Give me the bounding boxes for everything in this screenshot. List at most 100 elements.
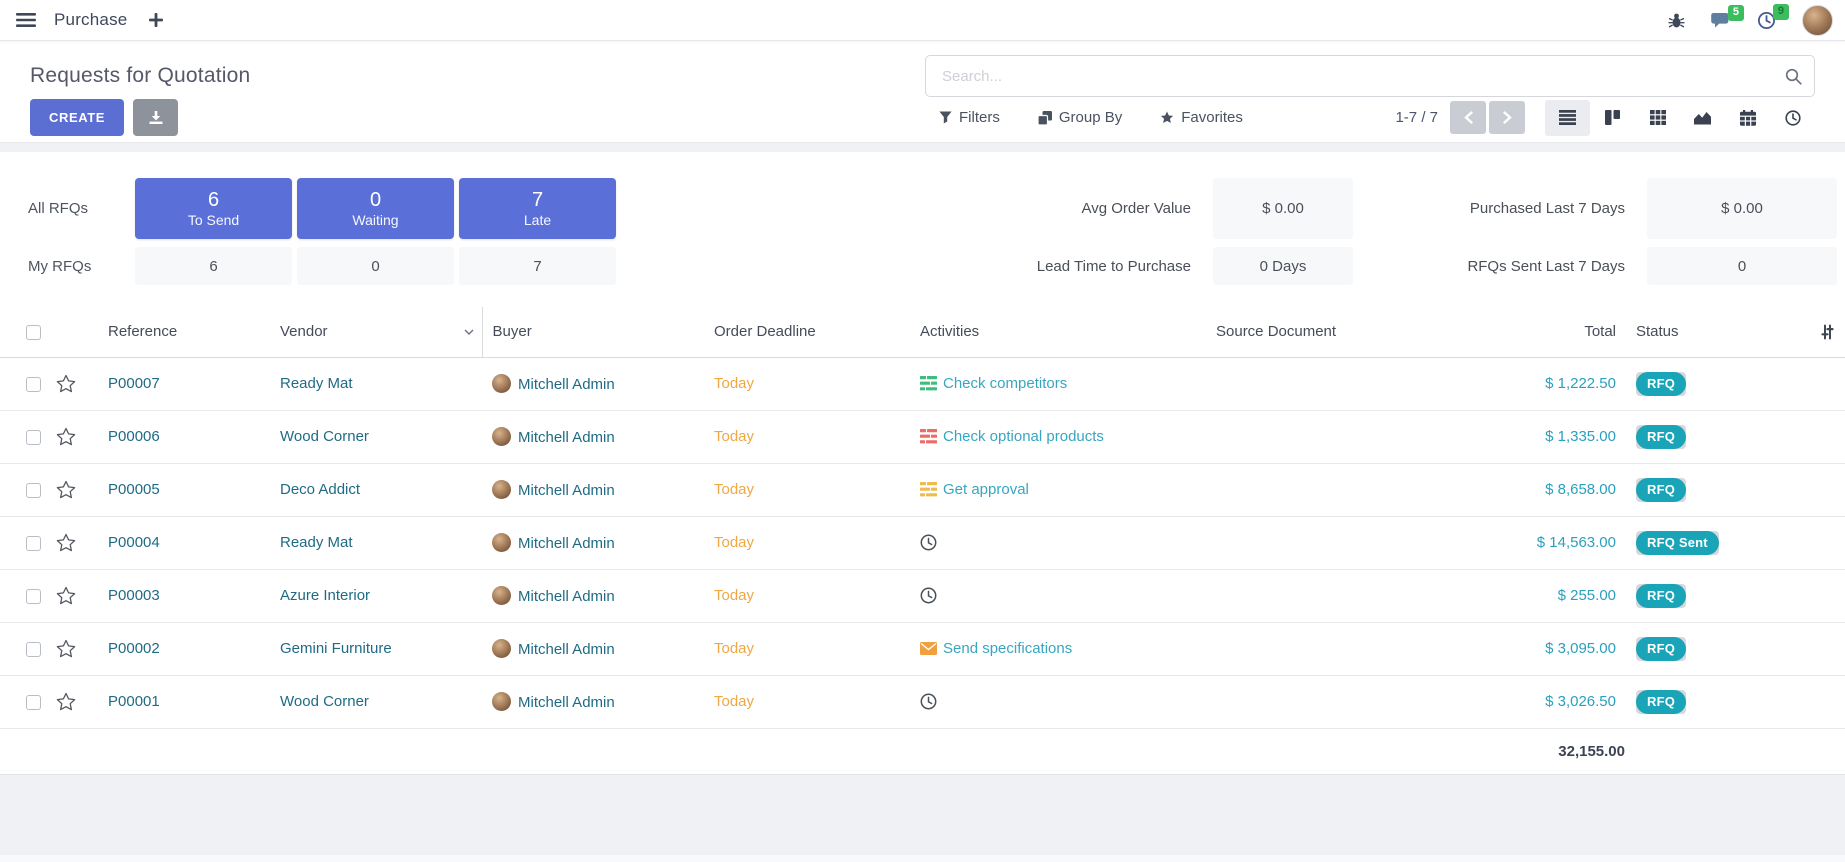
vendor-link[interactable]: Ready Mat — [280, 534, 353, 551]
app-name[interactable]: Purchase — [54, 10, 127, 30]
total-cell[interactable]: $ 14,563.00 — [1506, 516, 1626, 569]
vendor-link[interactable]: Wood Corner — [280, 428, 369, 445]
buyer-link[interactable]: Mitchell Admin — [518, 694, 615, 711]
row-checkbox[interactable] — [26, 642, 41, 657]
activity-link[interactable]: Check optional products — [943, 428, 1104, 445]
order-deadline-cell[interactable]: Today — [704, 569, 910, 622]
hamburger-menu-icon[interactable] — [14, 10, 38, 30]
total-cell[interactable]: $ 1,335.00 — [1506, 410, 1626, 463]
total-cell[interactable]: $ 8,658.00 — [1506, 463, 1626, 516]
pager-previous-button[interactable] — [1450, 101, 1486, 134]
column-header-total[interactable]: Total — [1506, 307, 1626, 357]
search-box[interactable] — [925, 55, 1815, 97]
calendar-view-button[interactable] — [1725, 100, 1770, 136]
total-cell[interactable]: $ 3,026.50 — [1506, 675, 1626, 728]
total-cell[interactable]: $ 1,222.50 — [1506, 357, 1626, 410]
table-row[interactable]: P00002 Gemini Furniture Mitchell Admin T… — [0, 622, 1845, 675]
graph-view-button[interactable] — [1680, 100, 1725, 136]
kanban-view-button[interactable] — [1590, 100, 1635, 136]
activities-clock-icon[interactable]: 9 — [1757, 11, 1776, 30]
my-late-box[interactable]: 7 — [459, 247, 616, 285]
activity-link[interactable]: Check competitors — [943, 375, 1067, 392]
row-checkbox[interactable] — [26, 377, 41, 392]
pivot-view-button[interactable] — [1635, 100, 1680, 136]
favorite-star-icon[interactable] — [56, 427, 76, 446]
waiting-stat-button[interactable]: 0 Waiting — [297, 178, 454, 239]
column-header-status[interactable]: Status — [1626, 307, 1776, 357]
order-deadline-cell[interactable]: Today — [704, 410, 910, 463]
reference-link[interactable]: P00004 — [108, 534, 160, 551]
row-checkbox[interactable] — [26, 695, 41, 710]
activity-view-button[interactable] — [1770, 100, 1815, 136]
clock-activity-icon[interactable] — [920, 693, 937, 710]
vendor-link[interactable]: Ready Mat — [280, 375, 353, 392]
reference-link[interactable]: P00002 — [108, 640, 160, 657]
filters-button[interactable]: Filters — [939, 109, 1000, 126]
reference-link[interactable]: P00001 — [108, 693, 160, 710]
chevron-down-icon[interactable] — [464, 329, 474, 335]
total-cell[interactable]: $ 255.00 — [1506, 569, 1626, 622]
vendor-link[interactable]: Gemini Furniture — [280, 640, 392, 657]
table-row[interactable]: P00006 Wood Corner Mitchell Admin Today … — [0, 410, 1845, 463]
favorite-star-icon[interactable] — [56, 639, 76, 658]
pager-next-button[interactable] — [1489, 101, 1525, 134]
tasks-activity-icon[interactable] — [920, 376, 937, 391]
reference-link[interactable]: P00006 — [108, 428, 160, 445]
row-checkbox[interactable] — [26, 430, 41, 445]
clock-activity-icon[interactable] — [920, 534, 937, 551]
group-by-button[interactable]: Group By — [1038, 109, 1122, 126]
favorite-star-icon[interactable] — [56, 480, 76, 499]
buyer-link[interactable]: Mitchell Admin — [518, 482, 615, 499]
vendor-link[interactable]: Azure Interior — [280, 587, 370, 604]
table-row[interactable]: P00003 Azure Interior Mitchell Admin Tod… — [0, 569, 1845, 622]
column-header-buyer[interactable]: Buyer — [482, 307, 704, 357]
row-checkbox[interactable] — [26, 589, 41, 604]
order-deadline-cell[interactable]: Today — [704, 516, 910, 569]
order-deadline-cell[interactable]: Today — [704, 622, 910, 675]
column-header-activities[interactable]: Activities — [910, 307, 1206, 357]
late-stat-button[interactable]: 7 Late — [459, 178, 616, 239]
my-to-send-box[interactable]: 6 — [135, 247, 292, 285]
export-button[interactable] — [133, 99, 178, 136]
order-deadline-cell[interactable]: Today — [704, 675, 910, 728]
order-deadline-cell[interactable]: Today — [704, 357, 910, 410]
vendor-link[interactable]: Wood Corner — [280, 693, 369, 710]
avg-order-value-box[interactable]: $ 0.00 — [1213, 178, 1353, 239]
select-all-checkbox[interactable] — [26, 325, 41, 340]
column-header-source-document[interactable]: Source Document — [1206, 307, 1506, 357]
table-row[interactable]: P00004 Ready Mat Mitchell Admin Today $ … — [0, 516, 1845, 569]
list-view-button[interactable] — [1545, 100, 1590, 136]
to-send-stat-button[interactable]: 6 To Send — [135, 178, 292, 239]
total-cell[interactable]: $ 3,095.00 — [1506, 622, 1626, 675]
clock-activity-icon[interactable] — [920, 587, 937, 604]
column-header-vendor[interactable]: Vendor — [270, 307, 482, 357]
debug-bug-icon[interactable] — [1668, 12, 1685, 29]
user-avatar[interactable] — [1802, 5, 1833, 36]
create-button[interactable]: CREATE — [30, 99, 124, 136]
buyer-link[interactable]: Mitchell Admin — [518, 588, 615, 605]
favorite-star-icon[interactable] — [56, 374, 76, 393]
plus-icon[interactable] — [149, 13, 163, 27]
favorite-star-icon[interactable] — [56, 533, 76, 552]
purchased-last-7-days-box[interactable]: $ 0.00 — [1647, 178, 1837, 239]
favorites-button[interactable]: Favorites — [1160, 109, 1243, 126]
activity-link[interactable]: Get approval — [943, 481, 1029, 498]
column-header-order-deadline[interactable]: Order Deadline — [704, 307, 910, 357]
tasks-activity-icon[interactable] — [920, 482, 937, 497]
buyer-link[interactable]: Mitchell Admin — [518, 535, 615, 552]
buyer-link[interactable]: Mitchell Admin — [518, 641, 615, 658]
tasks-activity-icon[interactable] — [920, 429, 937, 444]
table-row[interactable]: P00007 Ready Mat Mitchell Admin Today Ch… — [0, 357, 1845, 410]
favorite-star-icon[interactable] — [56, 692, 76, 711]
messages-icon[interactable]: 5 — [1711, 12, 1731, 29]
lead-time-box[interactable]: 0 Days — [1213, 247, 1353, 285]
reference-link[interactable]: P00007 — [108, 375, 160, 392]
rfqs-sent-last-7-days-box[interactable]: 0 — [1647, 247, 1837, 285]
envelope-activity-icon[interactable] — [920, 642, 937, 655]
order-deadline-cell[interactable]: Today — [704, 463, 910, 516]
table-row[interactable]: P00001 Wood Corner Mitchell Admin Today … — [0, 675, 1845, 728]
buyer-link[interactable]: Mitchell Admin — [518, 429, 615, 446]
search-icon[interactable] — [1785, 68, 1802, 85]
optional-columns-sliders-icon[interactable] — [1820, 324, 1835, 340]
vendor-link[interactable]: Deco Addict — [280, 481, 360, 498]
